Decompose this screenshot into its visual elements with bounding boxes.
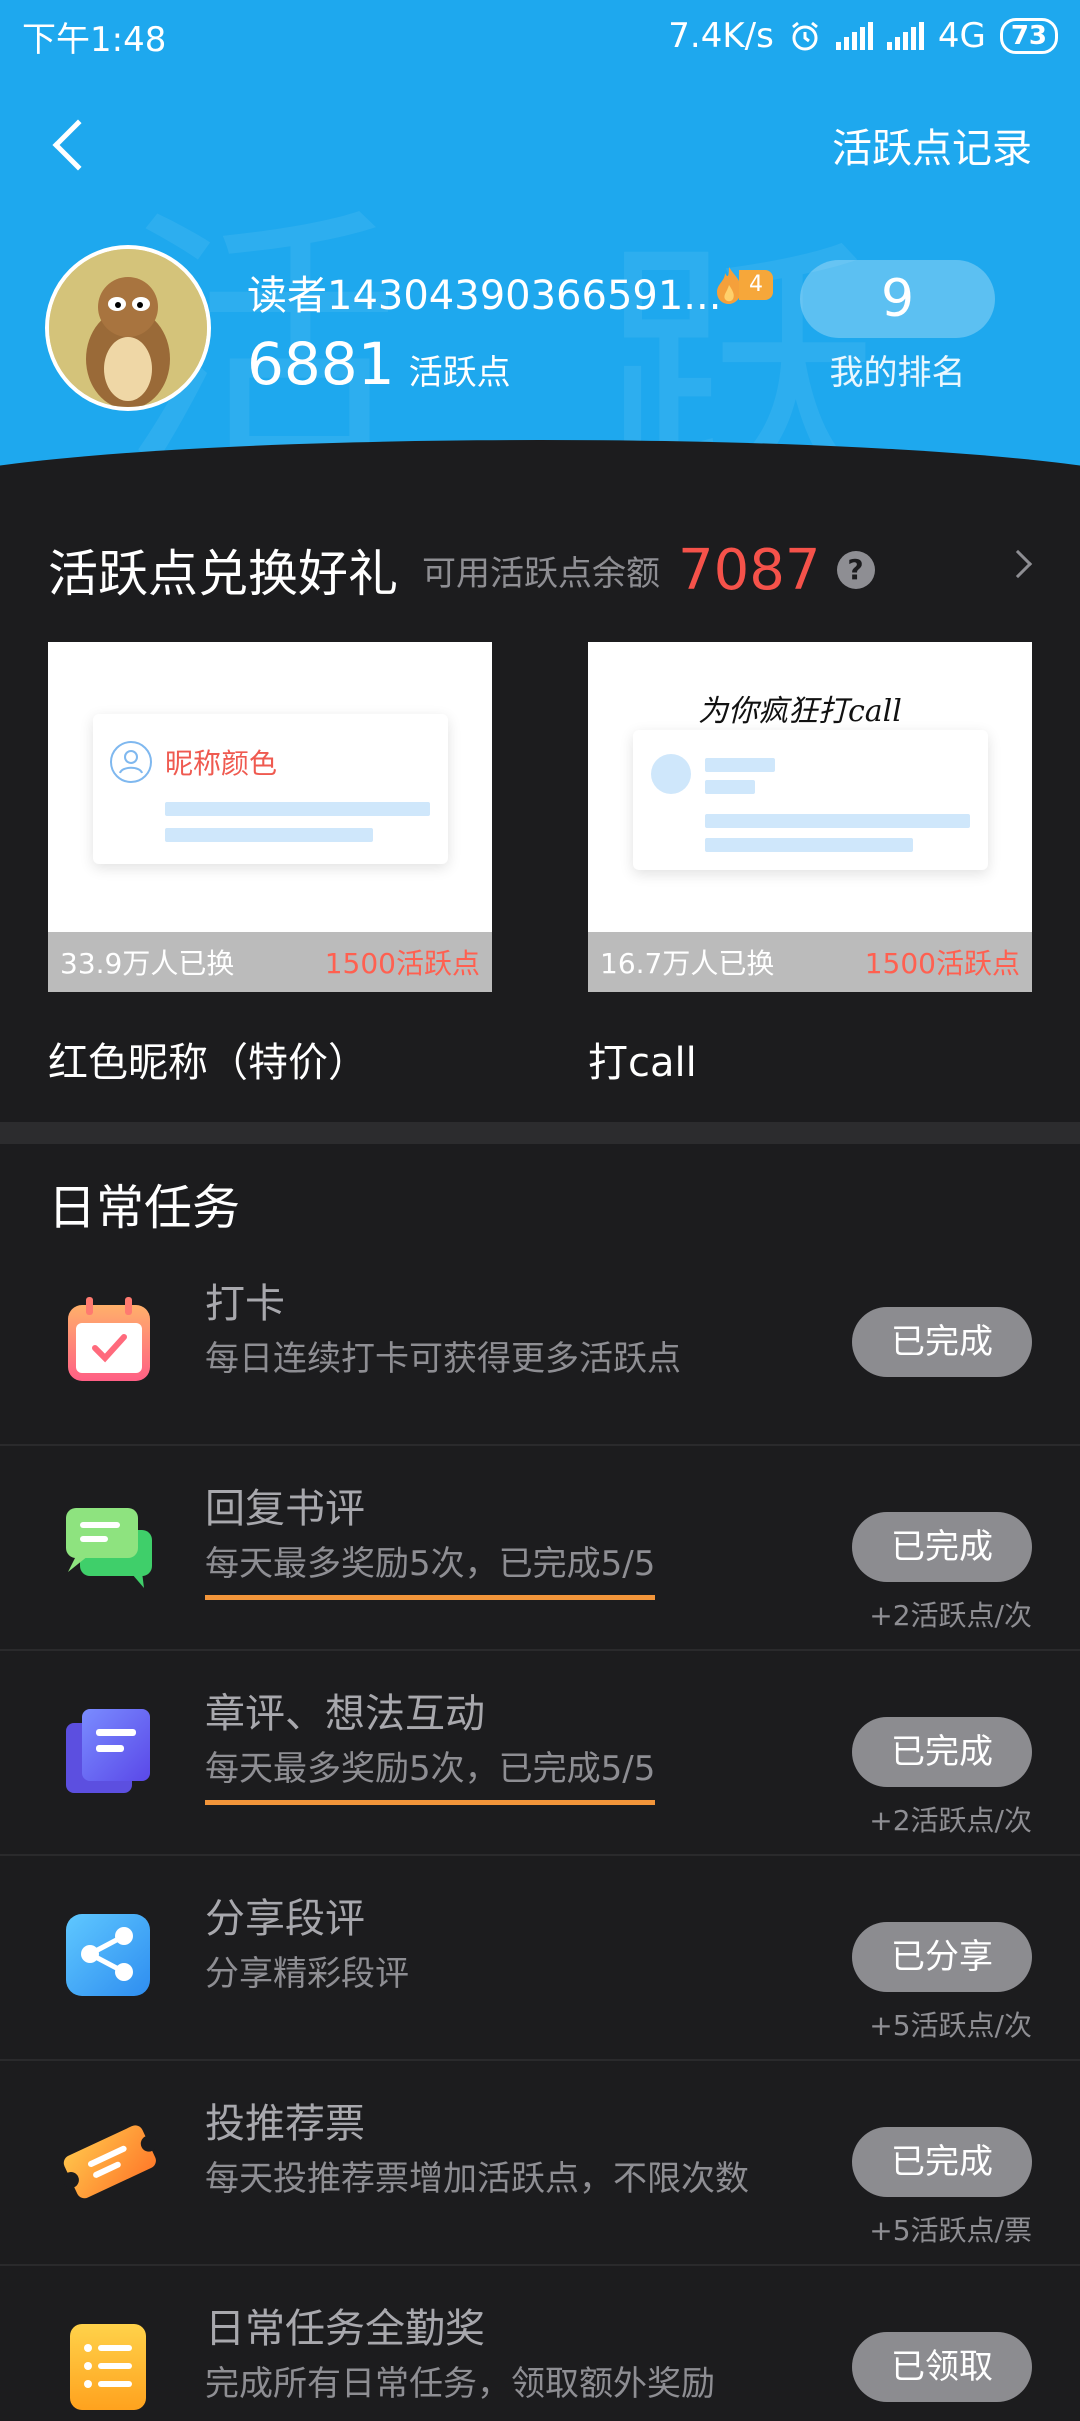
- points-value: 6881: [247, 330, 395, 398]
- calendar-check-icon: [68, 1297, 150, 1381]
- task-row-checkin: 打卡 每日连续打卡可获得更多活跃点 已完成: [0, 1241, 1080, 1446]
- user-icon: [110, 741, 152, 783]
- task-status-button[interactable]: 已分享: [852, 1922, 1032, 1992]
- signal-icon: [835, 22, 873, 50]
- task-status-button[interactable]: 已完成: [852, 1717, 1032, 1787]
- ticket-icon: [62, 2125, 156, 2199]
- level-badge: 4: [713, 265, 773, 305]
- status-bar: 下午1:48 7.4K/s 4G 73: [0, 0, 1080, 72]
- task-reward: +5活跃点/票: [869, 2214, 1032, 2247]
- status-time: 下午1:48: [22, 19, 167, 60]
- gift-exchanged-count: 16.7万人已换: [600, 947, 775, 980]
- task-title: 分享段评: [205, 1896, 365, 1942]
- status-indicators: 7.4K/s 4G 73: [668, 16, 1058, 56]
- preview-line: [705, 780, 755, 794]
- activity-record-link[interactable]: 活跃点记录: [832, 116, 1032, 174]
- task-status-button[interactable]: 已完成: [852, 2127, 1032, 2197]
- points-label: 活跃点: [408, 353, 511, 393]
- back-button[interactable]: [48, 115, 108, 175]
- balance-label: 可用活跃点余额: [422, 553, 660, 594]
- battery-icon: 73: [999, 18, 1058, 54]
- task-desc: 每天最多奖励5次，已完成5/5: [205, 1536, 656, 1600]
- username: 读者14304390366591...: [247, 273, 722, 319]
- preview-line: [165, 802, 430, 816]
- back-icon: [52, 119, 104, 171]
- task-reward: +2活跃点/次: [869, 1804, 1032, 1837]
- task-row-share: 分享段评 分享精彩段评 已分享 +5活跃点/次: [0, 1856, 1080, 2061]
- preview-line: [705, 838, 913, 852]
- level-value: 4: [739, 270, 773, 300]
- task-desc: 每天投推荐票增加活跃点，不限次数: [205, 2159, 749, 2199]
- task-status-button[interactable]: 已完成: [852, 1307, 1032, 1377]
- task-desc: 完成所有日常任务，领取额外奖励: [205, 2364, 715, 2404]
- profile-header: 活 跃 下午1:48 7.4K/s 4G 73 活跃点记录 读者14304390…: [0, 0, 1080, 480]
- preview-line: [165, 828, 373, 842]
- task-title: 日常任务全勤奖: [205, 2306, 485, 2352]
- alarm-icon: [791, 21, 818, 51]
- preview-line: [705, 814, 970, 828]
- tasks-title: 日常任务: [48, 1180, 241, 1236]
- exchange-title: 活跃点兑换好礼: [48, 545, 398, 603]
- gift-card[interactable]: 为你疯狂打call 16.7万人已换 1500活跃点: [588, 642, 1032, 992]
- task-title: 投推荐票: [205, 2101, 365, 2147]
- gift-cost: 1500活跃点: [324, 947, 480, 980]
- gift-preview: [633, 730, 988, 870]
- section-divider: [0, 1122, 1080, 1144]
- network-type: 4G: [937, 16, 986, 56]
- task-row-attendance: 日常任务全勤奖 完成所有日常任务，领取额外奖励 已领取: [0, 2266, 1080, 2421]
- task-reward: +2活跃点/次: [869, 1599, 1032, 1632]
- profile-card: 读者14304390366591... 4 6881 活跃点 9 我的排名: [45, 245, 1035, 415]
- exchange-header[interactable]: 活跃点兑换好礼 可用活跃点余额 7087 ?: [48, 530, 1038, 610]
- top-nav: 活跃点记录: [0, 100, 1080, 190]
- task-row-chapter-comments: 章评、想法互动 每天最多奖励5次，已完成5/5 已完成 +2活跃点/次: [0, 1651, 1080, 1856]
- task-desc: 每天最多奖励5次，已完成5/5: [205, 1741, 656, 1805]
- preview-text: 昵称颜色: [165, 747, 278, 780]
- gift-preview: 昵称颜色: [93, 714, 448, 864]
- task-row-vote: 投推荐票 每天投推荐票增加活跃点，不限次数 已完成 +5活跃点/票: [0, 2061, 1080, 2266]
- network-speed: 7.4K/s: [668, 16, 774, 56]
- preview-avatar: [651, 754, 691, 794]
- gift-name[interactable]: 打call: [588, 1030, 697, 1088]
- chevron-right-icon[interactable]: [1003, 549, 1033, 579]
- gift-card[interactable]: 昵称颜色 33.9万人已换 1500活跃点: [48, 642, 492, 992]
- gift-info-bar: 33.9万人已换 1500活跃点: [48, 932, 492, 992]
- list-icon: [70, 2324, 146, 2410]
- gift-info-bar: 16.7万人已换 1500活跃点: [588, 932, 1032, 992]
- preview-line: [705, 758, 775, 772]
- task-desc: 分享精彩段评: [205, 1954, 409, 1994]
- task-title: 章评、想法互动: [205, 1691, 485, 1737]
- points-display: 6881 活跃点: [247, 330, 511, 398]
- balance-value: 7087: [678, 537, 821, 603]
- task-title: 回复书评: [205, 1486, 365, 1532]
- avatar[interactable]: [45, 245, 211, 411]
- task-reward: +5活跃点/次: [869, 2009, 1032, 2042]
- preview-text: 为你疯狂打call: [698, 694, 902, 729]
- gift-cost: 1500活跃点: [864, 947, 1020, 980]
- share-icon: [66, 1914, 150, 1996]
- rank-value[interactable]: 9: [800, 260, 995, 338]
- task-status-button[interactable]: 已完成: [852, 1512, 1032, 1582]
- task-title: 打卡: [205, 1281, 285, 1327]
- document-icon: [66, 1709, 150, 1793]
- task-desc: 每日连续打卡可获得更多活跃点: [205, 1339, 681, 1379]
- gift-exchanged-count: 33.9万人已换: [60, 947, 235, 980]
- rank-label: 我的排名: [829, 353, 966, 393]
- task-row-reply-review: 回复书评 每天最多奖励5次，已完成5/5 已完成 +2活跃点/次: [0, 1446, 1080, 1651]
- signal-icon: [886, 22, 924, 50]
- chat-bubbles-icon: [66, 1508, 152, 1588]
- task-status-button[interactable]: 已领取: [852, 2332, 1032, 2402]
- gift-name[interactable]: 红色昵称（特价）: [48, 1030, 368, 1088]
- help-icon[interactable]: ?: [836, 551, 875, 589]
